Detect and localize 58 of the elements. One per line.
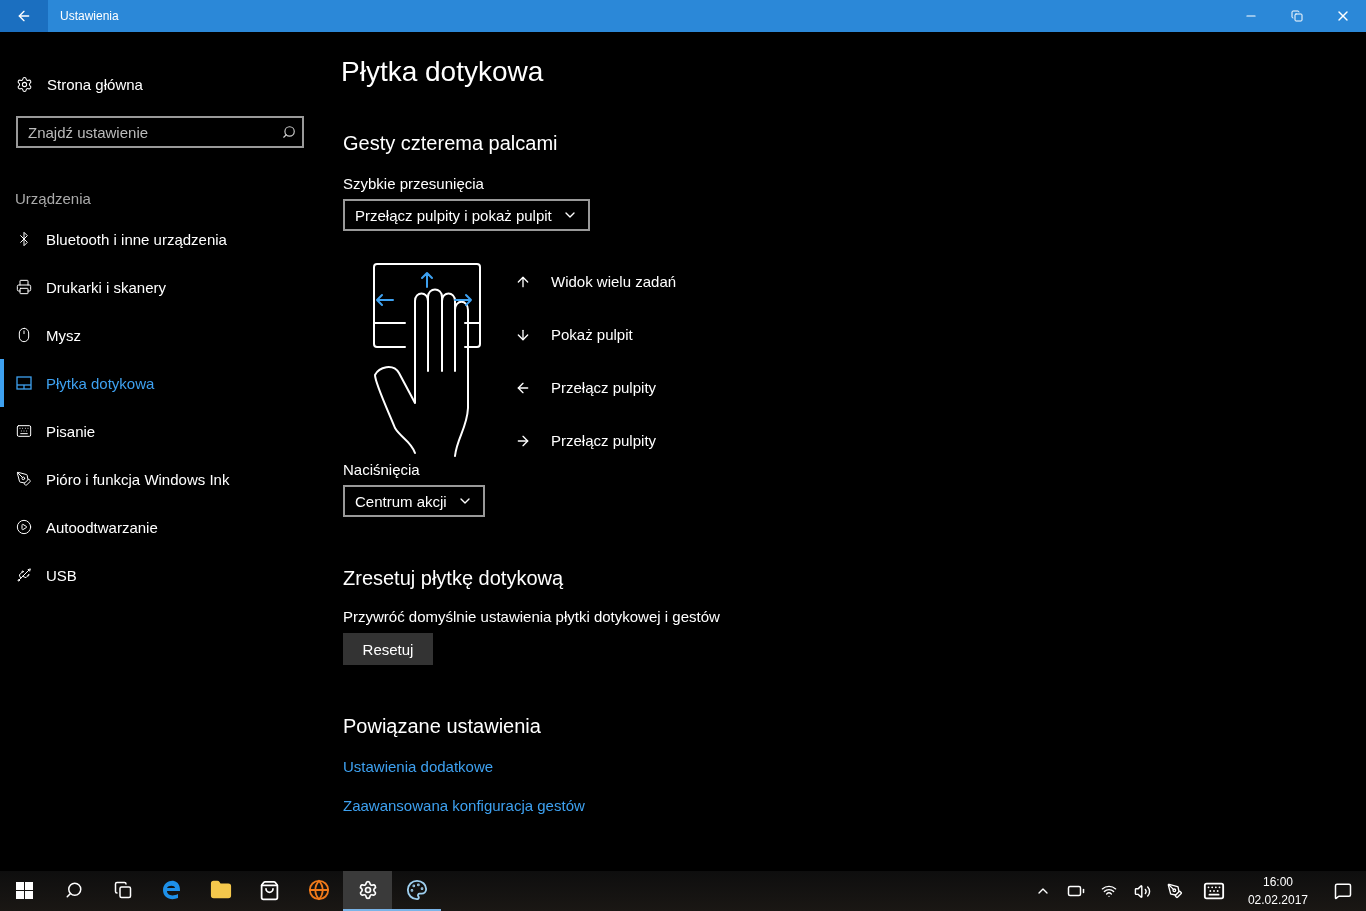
section-heading: Powiązane ustawienia — [343, 715, 541, 738]
browser-globe-icon — [307, 879, 330, 901]
clock[interactable]: 16:00 02.02.2017 — [1235, 873, 1320, 909]
mouse-icon — [16, 327, 32, 343]
home-nav-item[interactable]: Strona główna — [0, 60, 328, 108]
settings-icon — [357, 880, 378, 900]
search-icon — [64, 881, 83, 899]
settings-link[interactable]: Zaawansowana konfiguracja gestów — [343, 797, 585, 814]
pen-icon — [16, 471, 32, 487]
settings-link[interactable]: Ustawienia dodatkowe — [343, 758, 494, 775]
gesture-label: Widok wielu zadań — [551, 273, 677, 290]
keyboard-icon — [16, 423, 32, 439]
search-icon — [282, 125, 296, 139]
volume-icon[interactable] — [1133, 882, 1151, 900]
task-view-icon — [113, 881, 132, 899]
sidebar-item[interactable]: Pisanie — [0, 407, 328, 455]
wifi-icon[interactable] — [1101, 883, 1118, 899]
page-title: Płytka dotykowa — [341, 56, 544, 88]
swipes-dropdown[interactable]: Przełącz pulpity i pokaż pulpit — [343, 199, 590, 231]
sidebar-item[interactable]: Autoodtwarzanie — [0, 503, 328, 551]
section-heading: Gesty czterema palcami — [343, 132, 558, 155]
restore-icon — [1291, 10, 1303, 22]
pen-icon[interactable] — [1167, 883, 1184, 899]
gesture-label: Pokaż pulpit — [551, 326, 633, 343]
reset-button[interactable]: Resetuj — [343, 633, 433, 665]
touchpad-icon — [16, 376, 32, 390]
sidebar-item[interactable]: Pióro i funkcja Windows Ink — [0, 455, 328, 503]
gesture-label: Przełącz pulpity — [551, 379, 657, 396]
clock-time: 16:00 — [1262, 874, 1293, 891]
taskbar-button[interactable] — [343, 871, 392, 911]
section-heading: Urządzenia — [15, 190, 92, 207]
section-heading: Zresetuj płytkę dotykową — [343, 567, 564, 590]
window-title: Ustawienia — [60, 9, 120, 23]
search-field[interactable]: Znajdź ustawienie — [16, 116, 304, 148]
sidebar-item[interactable]: Bluetooth i inne urządzenia — [0, 215, 328, 263]
taps-dropdown[interactable]: Centrum akcji — [343, 485, 485, 517]
notification-icon[interactable] — [1334, 882, 1352, 900]
clock-date: 02.02.2017 — [1247, 892, 1308, 909]
sidebar-item[interactable]: USB — [0, 551, 328, 599]
back-button[interactable] — [0, 0, 48, 32]
gesture-label: Przełącz pulpity — [551, 432, 657, 449]
settings-icon — [16, 75, 33, 93]
field-label: Szybkie przesunięcia — [343, 175, 484, 192]
store-bag-icon — [259, 879, 280, 901]
sidebar-item[interactable]: Mysz — [0, 311, 328, 359]
palette-icon — [405, 879, 428, 901]
description-text: Przywróć domyślnie ustawienia płytki dotykowej i gestów — [343, 608, 720, 625]
windows-logo-icon — [16, 881, 33, 899]
browser-e-icon — [161, 880, 182, 900]
keyboard-icon[interactable] — [1202, 880, 1225, 902]
sidebar-item[interactable]: Drukarki i skanery — [0, 263, 328, 311]
folder-icon — [209, 879, 232, 901]
sidebar-item[interactable]: Płytka dotykowa — [0, 359, 328, 407]
field-label: Naciśnięcia — [343, 461, 420, 478]
back-arrow-icon — [16, 8, 32, 24]
usb-icon — [16, 567, 32, 583]
printer-icon — [16, 279, 32, 295]
play-circle-icon — [16, 519, 32, 535]
